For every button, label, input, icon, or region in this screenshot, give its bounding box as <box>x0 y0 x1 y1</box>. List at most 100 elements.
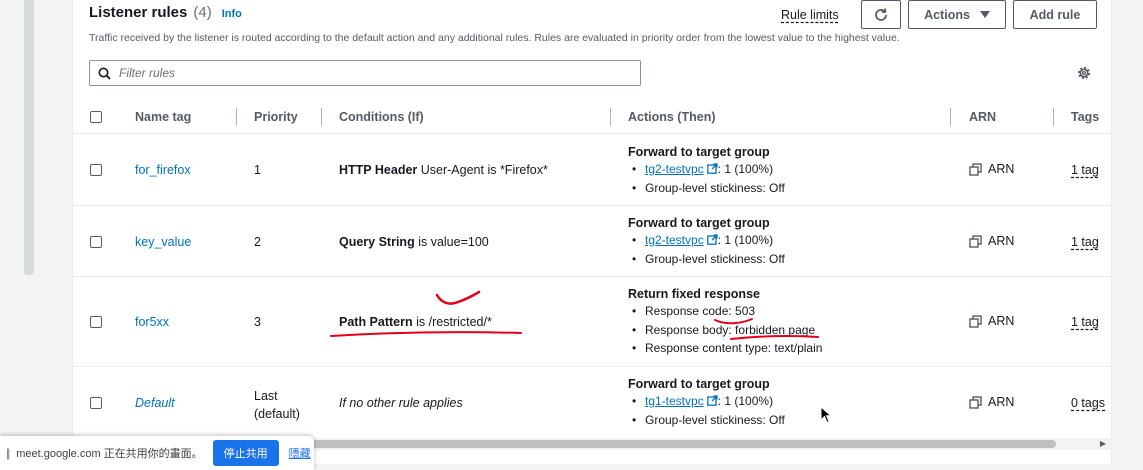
list-item: Response content type: text/plain <box>628 339 822 358</box>
info-link[interactable]: Info <box>222 8 242 20</box>
scroll-right-arrow-icon[interactable]: ▶ <box>1100 439 1106 448</box>
rule-priority: 1 <box>254 163 261 177</box>
arn-copy-button[interactable]: ARN <box>969 234 1014 248</box>
action-details: tg2-testvpc: 1 (100%) Group-level sticki… <box>628 231 785 268</box>
target-group-link[interactable]: tg2-testvpc <box>645 162 704 176</box>
rule-condition: HTTP Header User-Agent is *Firefox* <box>339 163 548 177</box>
tags-link[interactable]: 1 tag <box>1071 235 1099 249</box>
rule-name-link[interactable]: for5xx <box>135 315 169 329</box>
arn-label: ARN <box>988 234 1015 248</box>
filter-rules-input[interactable] <box>119 66 619 80</box>
refresh-button[interactable] <box>861 0 901 29</box>
column-header-arn[interactable]: ARN <box>969 110 996 124</box>
target-group-link[interactable]: tg2-testvpc <box>645 233 704 247</box>
rule-priority: 2 <box>254 235 261 249</box>
list-item: Response code: 503 <box>628 302 822 321</box>
column-header-priority[interactable]: Priority <box>254 110 298 124</box>
rule-limits-button[interactable]: Rule limits <box>781 8 839 22</box>
add-rule-button[interactable]: Add rule <box>1013 0 1097 29</box>
rule-condition: Path Pattern is /restricted/* <box>339 315 492 329</box>
share-status-text: meet.google.com 正在共用你的畫面。 <box>16 448 203 460</box>
column-header-tags[interactable]: Tags <box>1071 110 1099 124</box>
copy-icon <box>969 162 982 176</box>
rule-priority: 3 <box>254 315 261 329</box>
rule-action: Forward to target group tg2-testvpc : 1 (… <box>628 145 785 197</box>
stop-sharing-button[interactable]: 停止共用 <box>212 440 279 466</box>
list-item: tg2-testvpc : 1 (100%) <box>628 231 785 250</box>
column-resizer[interactable] <box>321 108 322 126</box>
column-resizer[interactable] <box>950 108 951 126</box>
column-resizer[interactable] <box>610 108 611 126</box>
action-title: Return fixed response <box>628 287 760 301</box>
target-weight: : 1 (100%) <box>717 233 774 247</box>
arn-label: ARN <box>988 162 1015 176</box>
row-checkbox[interactable] <box>90 164 102 176</box>
rule-name-link[interactable]: key_value <box>135 235 191 249</box>
panel-description: Traffic received by the listener is rout… <box>89 32 900 44</box>
panel-title: Listener rules <box>89 4 188 21</box>
arn-label: ARN <box>988 314 1015 328</box>
page-scrollbar-thumb[interactable] <box>24 0 34 275</box>
column-resizer[interactable] <box>1053 108 1054 126</box>
priority-line: Last <box>254 389 278 403</box>
arn-copy-button[interactable]: ARN <box>969 162 1014 176</box>
page-scrollbar[interactable] <box>0 0 40 470</box>
list-item: Response body: forbidden page <box>628 321 822 340</box>
arn-copy-button[interactable]: ARN <box>969 395 1014 409</box>
action-title: Forward to target group <box>628 216 770 230</box>
copy-icon <box>969 395 982 409</box>
condition-value: User-Agent is *Firefox* <box>420 163 548 177</box>
table-row[interactable]: Default Last (default) If no other rule a… <box>73 367 1113 439</box>
copy-icon <box>969 234 982 248</box>
table-row[interactable]: key_value 2 Query String is value=100 Fo… <box>73 206 1113 277</box>
rule-priority: Last (default) <box>254 387 300 423</box>
column-header-name-tag[interactable]: Name tag <box>135 110 191 124</box>
select-all-checkbox[interactable] <box>90 111 102 123</box>
column-resizer[interactable] <box>236 108 237 126</box>
external-link-icon <box>706 395 718 406</box>
action-title: Forward to target group <box>628 377 770 391</box>
refresh-icon <box>875 8 887 21</box>
rule-action: Forward to target group tg1-testvpc: 1 (… <box>628 377 785 429</box>
list-item: tg1-testvpc: 1 (100%) <box>628 392 785 411</box>
rule-action: Return fixed response Response code: 503… <box>628 287 822 358</box>
condition-key: HTTP Header <box>339 163 418 177</box>
column-header-conditions[interactable]: Conditions (If) <box>339 110 424 124</box>
drag-handle-icon[interactable]: || <box>6 446 10 460</box>
rule-action: Forward to target group tg2-testvpc : 1 (… <box>628 216 785 268</box>
rules-table: Name tag Priority Conditions (If) Action… <box>73 100 1113 439</box>
action-title: Forward to target group <box>628 145 770 159</box>
column-header-actions[interactable]: Actions (Then) <box>628 110 716 124</box>
list-item: tg2-testvpc : 1 (100%) <box>628 160 785 179</box>
row-checkbox[interactable] <box>90 397 102 409</box>
caret-down-icon <box>979 10 990 18</box>
filter-rules-search[interactable] <box>89 60 641 86</box>
row-checkbox[interactable] <box>90 316 102 328</box>
rule-name-link[interactable]: Default <box>135 396 175 410</box>
action-details: Response code: 503 Response body: forbid… <box>628 302 822 358</box>
arn-copy-button[interactable]: ARN <box>969 314 1014 328</box>
rule-condition: Query String is value=100 <box>339 235 489 249</box>
row-checkbox[interactable] <box>90 236 102 248</box>
condition-key: Query String <box>339 235 415 249</box>
action-details: tg1-testvpc: 1 (100%) Group-level sticki… <box>628 392 785 429</box>
hide-link[interactable]: 隱藏 <box>289 445 311 461</box>
tags-link[interactable]: 1 tag <box>1071 315 1099 329</box>
gear-icon[interactable] <box>1076 65 1092 81</box>
table-row[interactable]: for_firefox 1 HTTP Header User-Agent is … <box>73 134 1113 206</box>
arn-label: ARN <box>988 395 1015 409</box>
condition-value: is value=100 <box>418 235 489 249</box>
screen-share-bar: || meet.google.com 正在共用你的畫面。 停止共用 隱藏 <box>0 436 314 470</box>
actions-dropdown-button[interactable]: Actions <box>908 0 1006 29</box>
external-link-icon <box>706 234 718 245</box>
tags-link[interactable]: 1 tag <box>1071 163 1099 177</box>
rule-condition: If no other rule applies <box>339 396 463 410</box>
target-weight: : 1 (100%) <box>717 162 774 176</box>
search-icon <box>98 67 111 80</box>
priority-line: (default) <box>254 407 300 421</box>
copy-icon <box>969 314 982 328</box>
target-group-link[interactable]: tg1-testvpc <box>645 394 704 408</box>
table-row[interactable]: for5xx 3 Path Pattern is /restricted/* R… <box>73 277 1113 367</box>
rule-name-link[interactable]: for_firefox <box>135 163 191 177</box>
tags-link[interactable]: 0 tags <box>1071 396 1105 410</box>
